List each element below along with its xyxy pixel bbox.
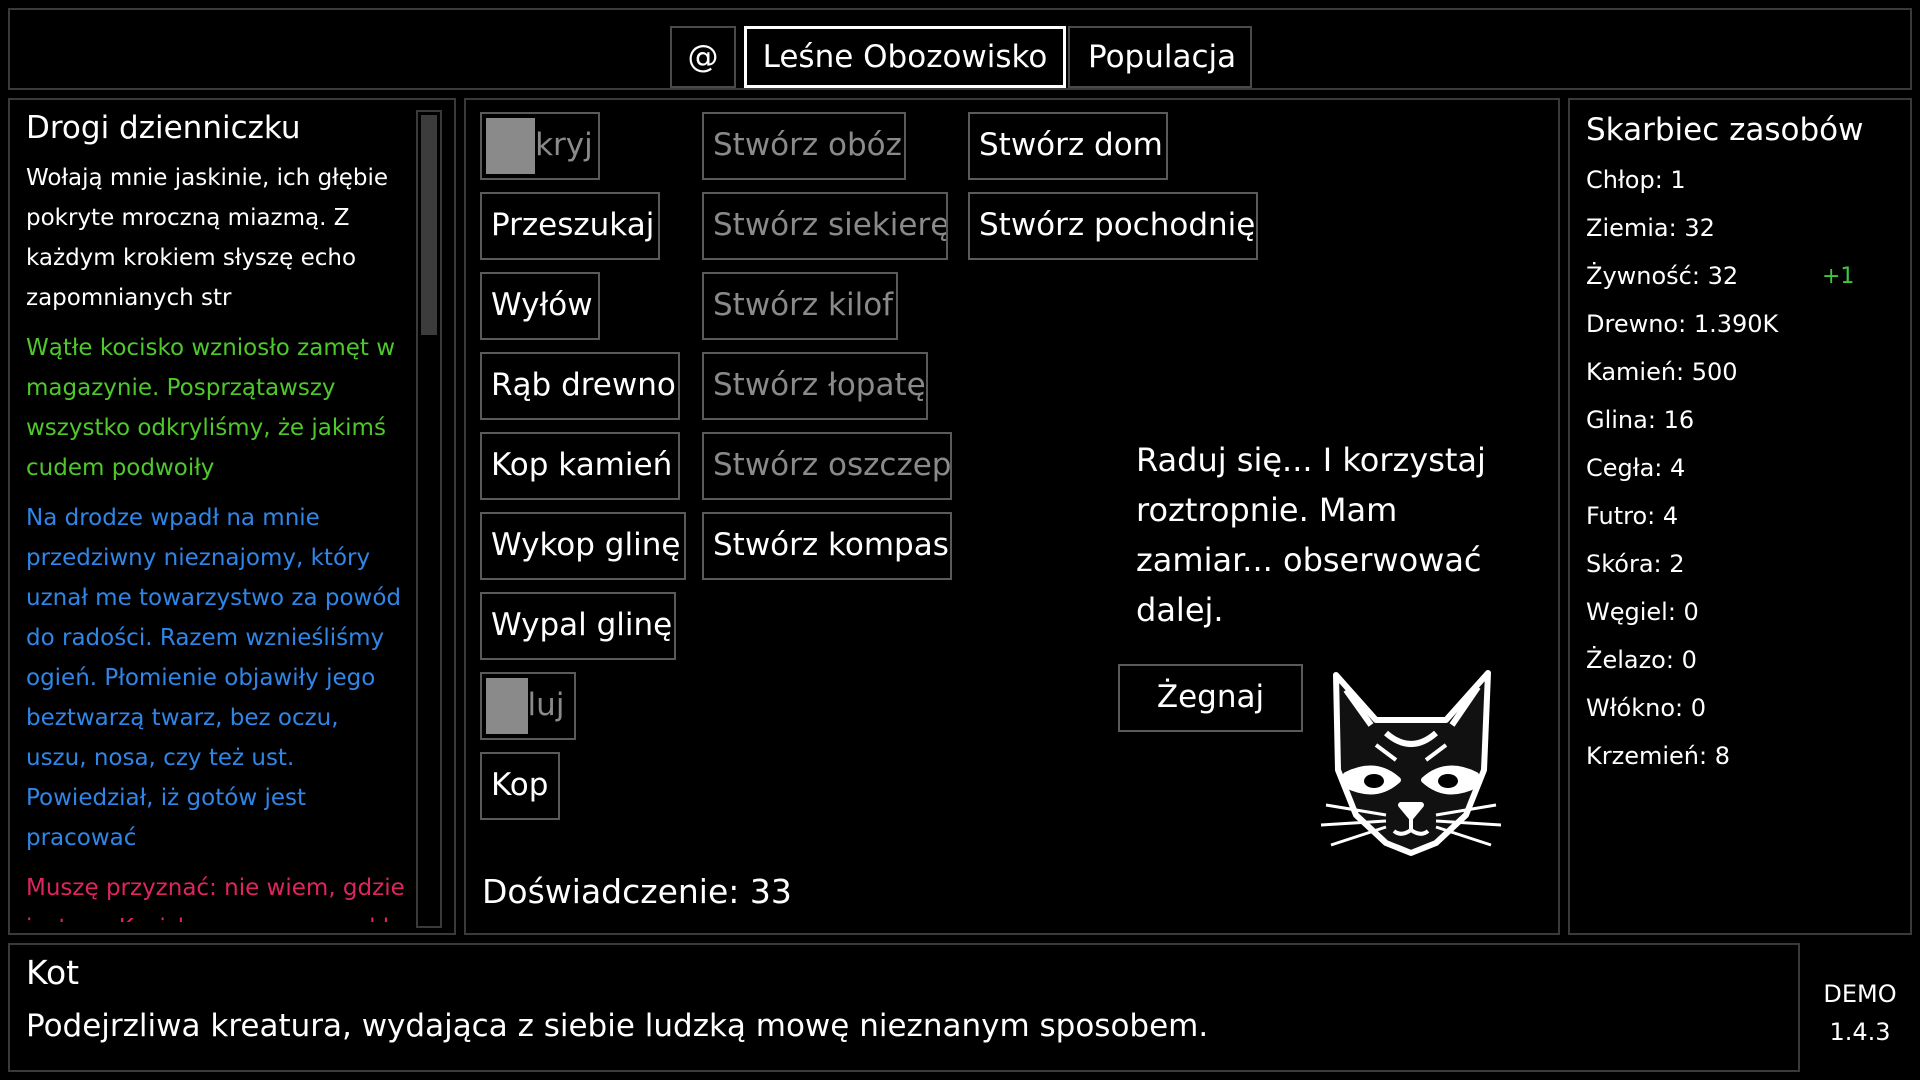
journal-entry: Wątłe kocisko wzniosło zamęt w magazynie…	[26, 335, 396, 481]
journal-scrollbar[interactable]	[416, 110, 442, 928]
dialog-text: Raduj się... I korzystaj roztropnie. Mam…	[1136, 441, 1486, 629]
demo-label: DEMO	[1823, 980, 1897, 1008]
actions-panel: Odkryj Przeszukaj Wyłów Rąb drewno Kop k…	[464, 98, 1560, 935]
info-panel: Kot Podejrzliwa kreatura, wydająca z sie…	[8, 943, 1800, 1072]
craft-pickaxe-button[interactable]: Stwórz kilof	[702, 272, 898, 340]
resource-item: Futro: 4	[1586, 502, 1679, 530]
resource-item: Włókno: 0	[1586, 694, 1707, 722]
craft-axe-button[interactable]: Stwórz siekierę	[702, 192, 948, 260]
resource-item: Glina: 16	[1586, 406, 1695, 434]
chop-wood-button[interactable]: Rąb drewno	[480, 352, 680, 420]
craft-torch-button[interactable]: Stwórz pochodnię	[968, 192, 1258, 260]
resource-item: Krzemień: 8	[1586, 742, 1730, 770]
resources-panel: Skarbiec zasobów Chłop: 1 Ziemia: 32 Żyw…	[1568, 98, 1912, 935]
resource-item: Drewno: 1.390K	[1586, 310, 1779, 338]
version-label: 1.4.3	[1829, 1018, 1891, 1046]
resource-item: Kamień: 500	[1586, 358, 1738, 386]
resource-item: Węgiel: 0	[1586, 598, 1699, 626]
dig-button[interactable]: Kop	[480, 752, 560, 820]
resources-title: Skarbiec zasobów	[1586, 112, 1864, 148]
resource-item: Żywność: 32	[1586, 262, 1739, 290]
mine-stone-button[interactable]: Kop kamień	[480, 432, 680, 500]
journal-log: Wołają mnie jaskinie, ich głębie pokryte…	[26, 158, 406, 922]
resource-item: Ziemia: 32	[1586, 214, 1715, 242]
resource-rate: +1	[1822, 264, 1855, 289]
build-house-button[interactable]: Stwórz dom	[968, 112, 1168, 180]
journal-entry: Wołają mnie jaskinie, ich głębie pokryte…	[26, 165, 388, 311]
experience-label: Doświadczenie: 33	[482, 872, 792, 911]
journal-title: Drogi dzienniczku	[26, 110, 301, 146]
cat-face-icon	[1320, 670, 1502, 856]
fire-clay-button[interactable]: Wypal glinę	[480, 592, 676, 660]
explore-button[interactable]: Odkryj	[480, 112, 600, 180]
build-info: DEMO 1.4.3	[1808, 975, 1912, 1051]
hunt-button[interactable]: Poluj	[480, 672, 576, 740]
journal-panel: Drogi dzienniczku Wołają mnie jaskinie, …	[8, 98, 456, 935]
craft-compass-button[interactable]: Stwórz kompas	[702, 512, 952, 580]
farewell-button[interactable]: Żegnaj	[1118, 664, 1303, 732]
resource-item: Żelazo: 0	[1586, 646, 1697, 674]
info-description: Podejrzliwa kreatura, wydająca z siebie …	[26, 1008, 1209, 1044]
info-title: Kot	[26, 953, 80, 992]
resource-item: Cegła: 4	[1586, 454, 1686, 482]
fish-button[interactable]: Wyłów	[480, 272, 600, 340]
scrollbar-thumb[interactable]	[421, 115, 437, 335]
craft-spear-button[interactable]: Stwórz oszczep	[702, 432, 952, 500]
tab-forest-camp[interactable]: Leśne Obozowisko	[744, 26, 1066, 88]
tab-profile[interactable]: @	[670, 26, 736, 88]
dig-clay-button[interactable]: Wykop glinę	[480, 512, 686, 580]
craft-shovel-button[interactable]: Stwórz łopatę	[702, 352, 928, 420]
tab-population[interactable]: Populacja	[1068, 26, 1252, 88]
search-button[interactable]: Przeszukaj	[480, 192, 660, 260]
journal-entry: Na drodze wpadł na mnie przedziwny niezn…	[26, 505, 401, 851]
resource-item: Skóra: 2	[1586, 550, 1685, 578]
top-nav-bar: @ Leśne Obozowisko Populacja	[8, 8, 1912, 90]
resource-item: Chłop: 1	[1586, 166, 1686, 194]
journal-entry: Muszę przyznać: nie wiem, gdzie jestem. …	[26, 875, 405, 922]
build-camp-button[interactable]: Stwórz obóz	[702, 112, 906, 180]
